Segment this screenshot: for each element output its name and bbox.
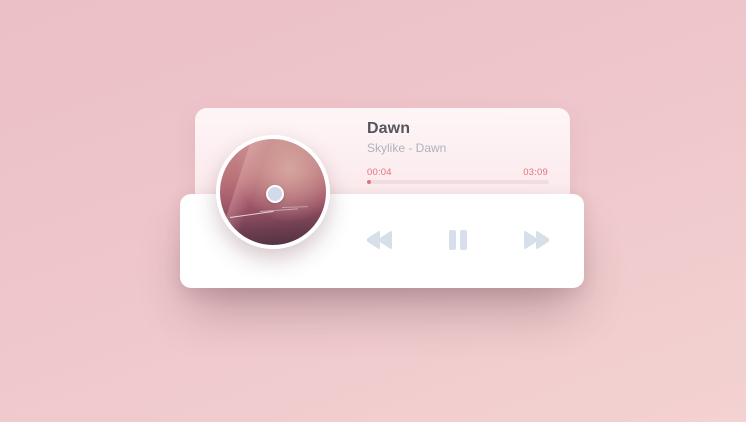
disc-center-hole (266, 185, 284, 203)
current-time: 00:04 (367, 167, 392, 178)
rewind-icon (366, 231, 392, 249)
progress-bar-fill (367, 180, 371, 184)
rewind-button[interactable] (365, 226, 395, 254)
track-title: Dawn (367, 120, 411, 137)
album-art-disc (216, 135, 330, 249)
album-art-streak (229, 210, 274, 218)
pause-icon (449, 230, 467, 250)
track-artist-album: Skylike - Dawn (367, 141, 447, 155)
album-art-streak (259, 208, 298, 212)
total-time: 03:09 (523, 167, 548, 178)
progress-bar[interactable] (367, 180, 549, 184)
fast-forward-icon (524, 231, 550, 249)
fast-forward-button[interactable] (521, 226, 551, 254)
pause-button[interactable] (443, 226, 473, 254)
